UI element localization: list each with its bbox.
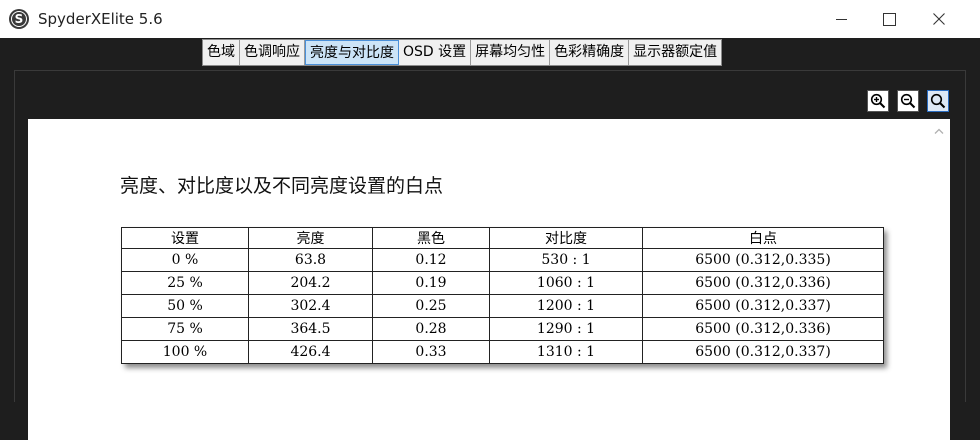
vertical-scrollbar[interactable] [930,120,948,440]
frame-divider-left [14,70,15,402]
cell-brightness: 364.5 [248,317,373,341]
zoom-out-icon [900,93,916,109]
zoom-fit-icon [930,93,946,109]
cell-contrast: 1060 : 1 [489,271,643,295]
scroll-up-arrow-icon[interactable] [930,122,948,140]
brightness-table: 设置 亮度 黑色 对比度 白点 0 % 63.8 0.12 530 : 1 65… [121,227,884,364]
zoom-out-button[interactable] [897,90,919,112]
zoom-fit-button[interactable] [927,90,949,112]
cell-contrast: 1310 : 1 [489,340,643,364]
column-header-black: 黑色 [372,227,490,249]
cell-contrast: 1290 : 1 [489,317,643,341]
title-bar: S SpyderXElite 5.6 [0,0,980,38]
cell-setting: 100 % [121,340,249,364]
cell-setting: 75 % [121,317,249,341]
tab-screen-uniformity[interactable]: 屏幕均匀性 [471,40,551,65]
zoom-in-icon [870,93,886,109]
table-row: 50 % 302.4 0.25 1200 : 1 6500 (0.312,0.3… [121,294,884,318]
table-row: 100 % 426.4 0.33 1310 : 1 6500 (0.312,0.… [121,340,884,364]
close-icon [933,13,945,25]
table-row: 75 % 364.5 0.28 1290 : 1 6500 (0.312,0.3… [121,317,884,341]
table-row: 25 % 204.2 0.19 1060 : 1 6500 (0.312,0.3… [121,271,884,295]
report-title: 亮度、对比度以及不同亮度设置的白点 [120,175,444,197]
close-button[interactable] [916,0,962,38]
cell-black: 0.33 [372,340,490,364]
cell-setting: 50 % [121,294,249,318]
cell-brightness: 204.2 [248,271,373,295]
table-row: 0 % 63.8 0.12 530 : 1 6500 (0.312,0.335) [121,248,884,272]
column-header-white-point: 白点 [642,227,884,249]
cell-white-point: 6500 (0.312,0.337) [642,340,884,364]
cell-white-point: 6500 (0.312,0.337) [642,294,884,318]
tab-brightness-contrast[interactable]: 亮度与对比度 [305,40,399,65]
frame-divider [14,70,966,71]
cell-brightness: 302.4 [248,294,373,318]
app-logo-icon: S [9,9,29,29]
cell-black: 0.12 [372,248,490,272]
tab-osd-settings[interactable]: OSD 设置 [399,40,472,65]
window-title: SpyderXElite 5.6 [38,10,163,28]
frame-divider-right [965,70,966,402]
cell-brightness: 63.8 [248,248,373,272]
cell-contrast: 1200 : 1 [489,294,643,318]
tab-bar: 色域 色调响应 亮度与对比度 OSD 设置 屏幕均匀性 色彩精确度 显示器额定值 [202,39,723,66]
zoom-in-button[interactable] [867,90,889,112]
cell-white-point: 6500 (0.312,0.336) [642,271,884,295]
tab-gamut[interactable]: 色域 [203,40,240,65]
cell-setting: 25 % [121,271,249,295]
cell-setting: 0 % [121,248,249,272]
column-header-contrast: 对比度 [489,227,643,249]
minimize-button[interactable] [818,0,864,38]
tab-color-accuracy[interactable]: 色彩精确度 [550,40,630,65]
column-header-setting: 设置 [121,227,249,249]
cell-black: 0.25 [372,294,490,318]
cell-brightness: 426.4 [248,340,373,364]
cell-white-point: 6500 (0.312,0.336) [642,317,884,341]
column-header-brightness: 亮度 [248,227,373,249]
tab-tone-response[interactable]: 色调响应 [240,40,305,65]
tab-display-rating[interactable]: 显示器额定值 [629,40,722,65]
maximize-button[interactable] [866,0,912,38]
cell-black: 0.19 [372,271,490,295]
cell-white-point: 6500 (0.312,0.335) [642,248,884,272]
cell-black: 0.28 [372,317,490,341]
cell-contrast: 530 : 1 [489,248,643,272]
table-header-row: 设置 亮度 黑色 对比度 白点 [121,227,884,249]
